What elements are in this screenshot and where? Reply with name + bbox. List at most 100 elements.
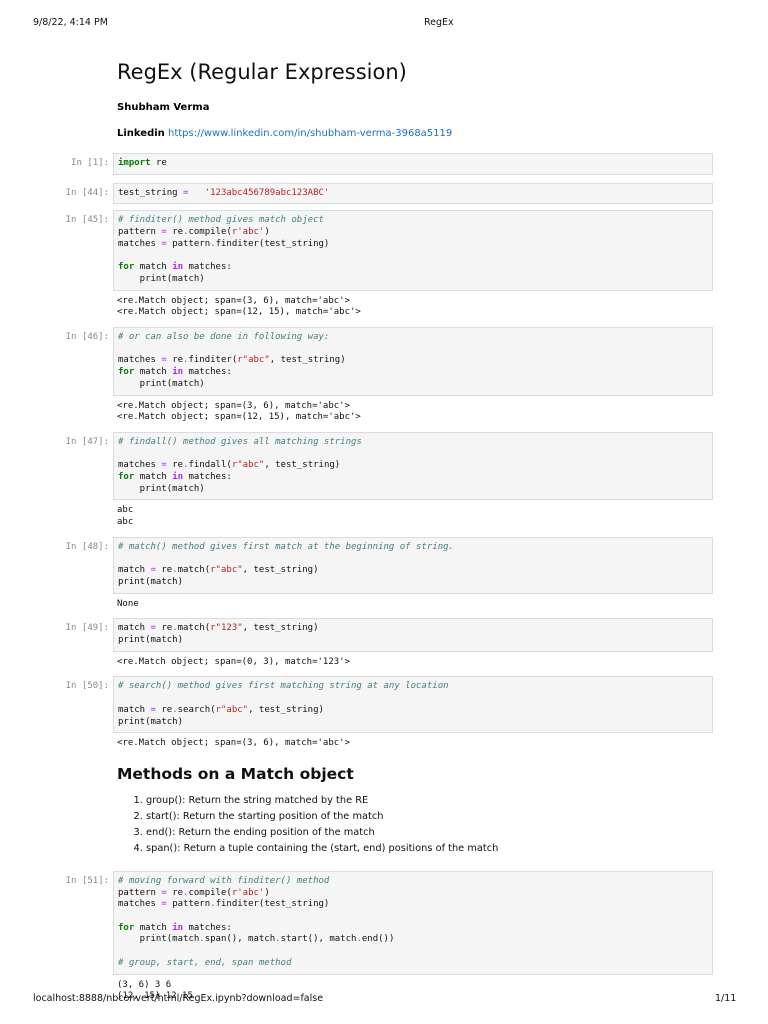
cells: In [1]: import re In [44]: test_string = '1…: [0, 153, 768, 750]
code-input[interactable]: match = re.match(r"123", test_string) pri…: [113, 618, 713, 652]
code-token: matches:: [188, 262, 232, 273]
code-token: , test_string): [269, 355, 346, 366]
code-token: pattern: [118, 887, 162, 898]
code-token: ): [264, 887, 270, 898]
code-token: matches:: [188, 367, 232, 378]
code-line: match = re.search(r"abc", test_string): [118, 705, 708, 717]
cell-output: None: [113, 594, 713, 611]
code-token: print(match): [118, 378, 205, 389]
code-input[interactable]: # finditer() method gives match object pa…: [113, 210, 713, 291]
code-input[interactable]: # match() method gives first match at th…: [113, 536, 713, 594]
code-token: =: [161, 460, 167, 471]
code-token: , test_string): [248, 704, 324, 715]
code-line: matches = re.finditer(r"abc", test_strin…: [118, 355, 708, 367]
method-list-item: span(): Return a tuple containing the (s…: [146, 841, 768, 857]
code-input[interactable]: # or can also be done in following way: m…: [113, 327, 713, 396]
method-list-item: end(): Return the ending position of the…: [146, 825, 768, 841]
code-token: re: [161, 704, 173, 715]
code-token: print(match): [118, 483, 205, 494]
code-token: search(: [177, 704, 216, 715]
code-token: matches:: [188, 922, 232, 933]
code-line: # search() method gives first matching s…: [118, 681, 708, 693]
code-token: =: [161, 887, 167, 898]
code-token: r"abc": [231, 460, 265, 471]
code-cell: In [1]: import re: [71, 153, 713, 175]
code-token: match: [139, 367, 173, 378]
code-line: print(match): [118, 484, 708, 496]
code-line: pattern = re.compile(r'abc'): [118, 888, 708, 900]
code-token: compile(: [188, 227, 232, 238]
code-line: matches = re.findall(r"abc", test_string…: [118, 460, 708, 472]
code-token: r'abc': [231, 887, 265, 898]
code-line: for match in matches:: [118, 472, 708, 484]
code-token: # or can also be done in following way:: [118, 332, 330, 343]
code-token: end()): [361, 934, 395, 945]
author: Shubham Verma: [117, 102, 210, 113]
code-input[interactable]: import re: [113, 153, 713, 175]
code-token: =: [161, 355, 167, 366]
output-line: <re.Match object; span=(3, 6), match='ab…: [117, 738, 350, 749]
output-line: <re.Match object; span=(3, 6), match='ab…: [117, 400, 350, 411]
code-token: finditer(test_string): [215, 238, 330, 249]
code-line: print(match): [118, 717, 708, 729]
code-token: match: [139, 472, 173, 483]
code-token: # finditer() method gives match object: [118, 215, 324, 226]
code-line: # finditer() method gives match object: [118, 215, 708, 227]
code-cell: In [46]: # or can also be done in followi…: [66, 327, 713, 424]
code-line: match = re.match(r"abc", test_string): [118, 565, 708, 577]
output-line: <re.Match object; span=(12, 15), match='…: [117, 307, 361, 318]
code-line: # match() method gives first match at th…: [118, 542, 708, 554]
cell-output: <re.Match object; span=(3, 6), match='ab…: [113, 396, 713, 424]
code-token: matches: [118, 460, 162, 471]
code-cell: In [44]: test_string = '123abc456789abc12…: [66, 182, 713, 205]
code-input[interactable]: test_string = '123abc456789abc123ABC': [113, 182, 713, 205]
cell-prompt: In [49]:: [65, 623, 109, 634]
code-line: test_string = '123abc456789abc123ABC': [118, 188, 708, 200]
code-line: matches = pattern.finditer(test_string): [118, 899, 708, 911]
cell-output: <re.Match object; span=(3, 6), match='ab…: [113, 291, 713, 319]
code-token: match: [139, 922, 173, 933]
code-token: r"abc": [215, 704, 249, 715]
code-token: , test_string): [242, 565, 319, 576]
code-token: finditer(: [188, 355, 238, 366]
code-input[interactable]: # search() method gives first matching s…: [113, 676, 713, 734]
code-cell: In [48]: # match() method gives first mat…: [66, 536, 713, 611]
code-token: print(match): [118, 576, 184, 587]
code-token: re: [172, 227, 184, 238]
print-url: localhost:8888/nbconvert/html/RegEx.ipyn…: [33, 993, 324, 1004]
linkedin-label: Linkedin: [117, 128, 165, 139]
code-token: for: [118, 922, 135, 933]
code-token: =: [161, 238, 167, 249]
code-token: '123abc456789abc123ABC': [204, 187, 330, 198]
code-line: for match in matches:: [118, 367, 708, 379]
cell-prompt: In [51]:: [65, 875, 109, 886]
code-token: # findall() method gives all matching st…: [118, 436, 362, 447]
code-token: re: [172, 887, 184, 898]
code-line: # findall() method gives all matching st…: [118, 437, 708, 449]
notebook: RegEx (Regular Expression) Shubham Verma…: [0, 60, 768, 1003]
code-token: =: [161, 899, 167, 910]
code-token: in: [172, 367, 184, 378]
code-token: test_string: [118, 187, 184, 198]
code-token: =: [150, 704, 156, 715]
code-token: # search() method gives first matching s…: [118, 681, 449, 692]
code-line: print(match): [118, 577, 708, 589]
linkedin-link[interactable]: https://www.linkedin.com/in/shubham-verm…: [168, 128, 452, 139]
code-input[interactable]: # findall() method gives all matching st…: [113, 431, 713, 501]
code-token: in: [172, 262, 184, 273]
code-cell: In [49]: match = re.match(r"123", test_st…: [66, 618, 713, 669]
cell-prompt: In [50]:: [65, 681, 109, 692]
code-line: import re: [118, 158, 708, 170]
code-token: re: [155, 158, 167, 168]
cell-output: <re.Match object; span=(0, 3), match='12…: [113, 652, 713, 669]
code-token: span(), match: [204, 934, 276, 945]
code-line: pattern = re.compile(r'abc'): [118, 227, 708, 239]
code-token: matches: [118, 899, 162, 910]
code-input[interactable]: # moving forward with finditer() method p…: [113, 870, 713, 975]
code-token: =: [150, 623, 156, 634]
code-line: print(match): [118, 274, 708, 286]
